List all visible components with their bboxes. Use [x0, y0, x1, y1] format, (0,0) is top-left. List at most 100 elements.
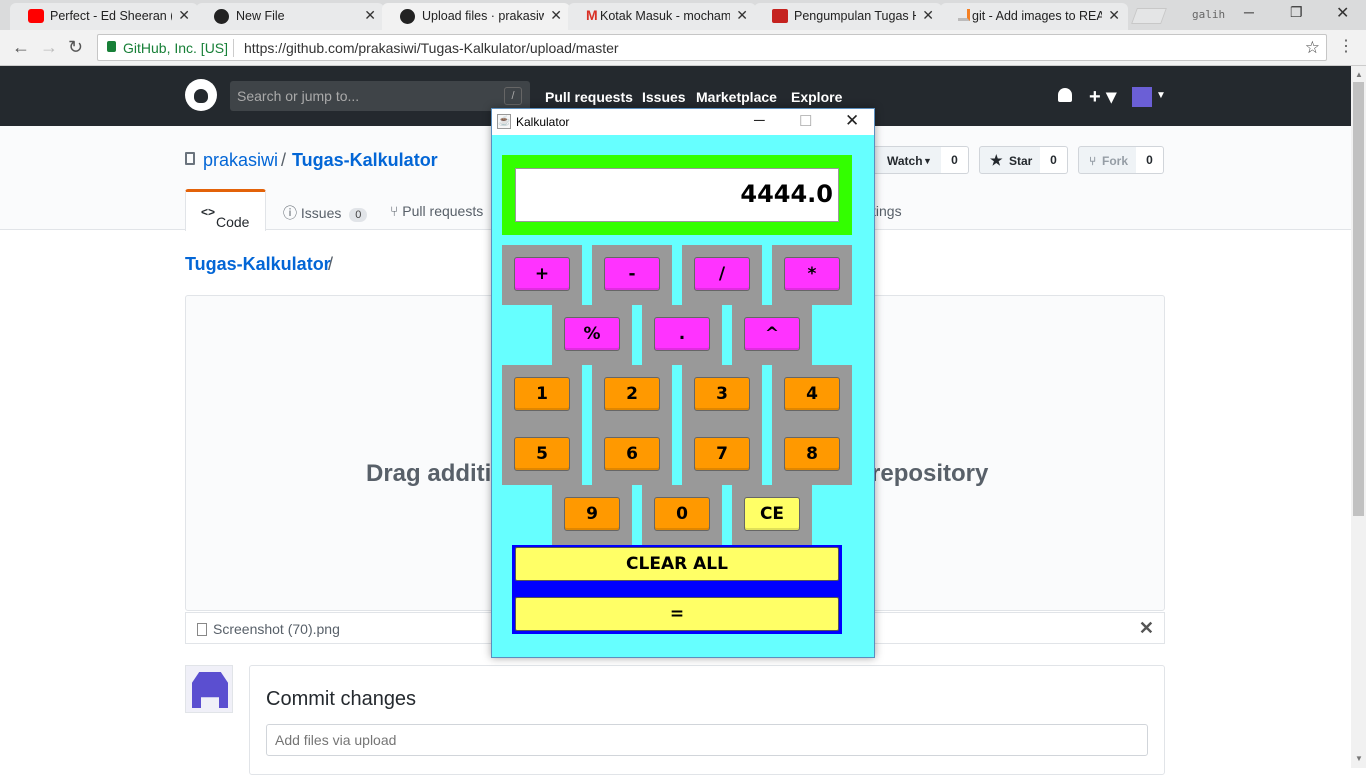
calculator-titlebar[interactable]: ☕ Kalkulator ─ ☐ ✕: [492, 109, 874, 135]
close-icon[interactable]: ✕: [550, 7, 562, 24]
minimize-icon[interactable]: ─: [1244, 4, 1254, 20]
close-window-icon[interactable]: ✕: [1336, 3, 1349, 23]
java-icon: ☕: [497, 114, 511, 129]
new-tab-button[interactable]: [1131, 8, 1167, 24]
fork-icon: ⑂: [1089, 154, 1097, 168]
tab-label: git - Add images to REA: [972, 9, 1102, 23]
reload-icon[interactable]: ↻: [68, 37, 83, 58]
back-icon[interactable]: ←: [12, 37, 30, 58]
digit-4-button[interactable]: 4: [784, 377, 840, 411]
digit-0-button[interactable]: 0: [654, 497, 710, 531]
digit-8-button[interactable]: 8: [784, 437, 840, 471]
nav-marketplace[interactable]: Marketplace: [696, 89, 777, 105]
tab-stackoverflow[interactable]: git - Add images to REA ✕: [940, 3, 1128, 30]
tab-upload-files[interactable]: Upload files · prakasiwi/ ✕: [382, 3, 570, 30]
nav-issues[interactable]: Issues: [642, 89, 686, 105]
bookmark-star-icon[interactable]: ☆: [1305, 38, 1320, 58]
tab-label: Perfect - Ed Sheeran (Ly: [50, 9, 172, 23]
modulo-button[interactable]: %: [564, 317, 620, 351]
commit-message-input[interactable]: [266, 724, 1148, 756]
digit-7-button[interactable]: 7: [694, 437, 750, 471]
close-icon[interactable]: ✕: [845, 111, 859, 131]
fork-label: Fork: [1102, 154, 1129, 168]
github-logo-icon[interactable]: [185, 79, 217, 111]
bell-icon[interactable]: [1058, 88, 1072, 102]
digit-6-button[interactable]: 6: [604, 437, 660, 471]
scroll-thumb[interactable]: [1353, 82, 1364, 516]
star-count[interactable]: 0: [1040, 146, 1068, 174]
github-search-input[interactable]: Search or jump to... /: [230, 81, 530, 111]
plus-icon[interactable]: + ▾: [1089, 84, 1116, 109]
repo-name-link[interactable]: Tugas-Kalkulator: [292, 150, 438, 171]
divide-button[interactable]: /: [694, 257, 750, 291]
calculator-display[interactable]: 4444.0: [515, 168, 839, 222]
url-text[interactable]: https://github.com/prakasiwi/Tugas-Kalku…: [244, 40, 619, 56]
watch-label: Watch: [887, 154, 923, 168]
digit-1-button[interactable]: 1: [514, 377, 570, 411]
display-frame: 4444.0: [502, 155, 852, 235]
calculator-title: Kalkulator: [516, 115, 570, 129]
watch-button[interactable]: Watch ▼: [870, 146, 942, 174]
digit-5-button[interactable]: 5: [514, 437, 570, 471]
minimize-icon[interactable]: ─: [754, 112, 765, 129]
tab-gmail[interactable]: M Kotak Masuk - mocham ✕: [568, 3, 756, 30]
page-scrollbar[interactable]: ▲ ▼: [1351, 66, 1366, 768]
forward-icon[interactable]: →: [40, 37, 58, 58]
browser-menu-icon[interactable]: ⋮: [1338, 36, 1354, 56]
tab-issues[interactable]: ⓘ Issues 0: [283, 203, 368, 223]
decimal-button[interactable]: .: [654, 317, 710, 351]
star-button[interactable]: ★ Star: [979, 146, 1041, 174]
close-icon[interactable]: ✕: [178, 7, 190, 24]
chevron-down-icon[interactable]: ▼: [1156, 90, 1166, 101]
digit-2-button[interactable]: 2: [604, 377, 660, 411]
tab-label: Pengumpulan Tugas Ha: [794, 9, 916, 23]
tab-new-file[interactable]: New File ✕: [196, 3, 384, 30]
equals-button[interactable]: =: [515, 597, 839, 631]
dropzone-text-right: repository: [871, 460, 989, 487]
clear-all-button[interactable]: CLEAR ALL: [515, 547, 839, 581]
maximize-icon[interactable]: ☐: [799, 112, 812, 130]
issue-icon: ⓘ: [283, 205, 297, 221]
fork-count[interactable]: 0: [1136, 146, 1164, 174]
watch-count[interactable]: 0: [941, 146, 969, 174]
nav-explore[interactable]: Explore: [791, 89, 842, 105]
clear-entry-button[interactable]: CE: [744, 497, 800, 531]
power-button[interactable]: ^: [744, 317, 800, 351]
file-name: Screenshot (70).png: [213, 621, 340, 637]
fork-button[interactable]: ⑂ Fork: [1078, 146, 1137, 174]
repo-icon: [185, 152, 195, 165]
remove-file-icon[interactable]: ✕: [1139, 618, 1154, 639]
scroll-down-icon[interactable]: ▼: [1355, 754, 1363, 763]
tab-youtube[interactable]: Perfect - Ed Sheeran (Ly ✕: [10, 3, 198, 30]
tab-code[interactable]: <> Code: [185, 189, 266, 231]
bottom-button-panel: CLEAR ALL =: [512, 545, 842, 634]
profile-name[interactable]: galih: [1192, 8, 1225, 21]
close-icon[interactable]: ✕: [1108, 7, 1120, 24]
youtube-icon: [28, 9, 44, 23]
breadcrumb-separator: /: [328, 254, 334, 274]
restore-icon[interactable]: ❐: [1290, 4, 1303, 21]
address-bar[interactable]: GitHub, Inc. [US] https://github.com/pra…: [97, 34, 1327, 61]
nav-pull-requests[interactable]: Pull requests: [545, 89, 633, 105]
digit-3-button[interactable]: 3: [694, 377, 750, 411]
minus-button[interactable]: -: [604, 257, 660, 291]
classroom-icon: [772, 9, 788, 23]
plus-button[interactable]: +: [514, 257, 570, 291]
close-icon[interactable]: ✕: [736, 7, 748, 24]
breadcrumb[interactable]: Tugas-Kalkulator: [185, 254, 331, 275]
tab-pull-requests[interactable]: ⑂ Pull requests: [390, 203, 483, 219]
tab-classroom[interactable]: Pengumpulan Tugas Ha ✕: [754, 3, 942, 30]
digit-9-button[interactable]: 9: [564, 497, 620, 531]
github-icon: [214, 9, 229, 24]
security-label: GitHub, Inc. [US]: [123, 40, 229, 56]
close-icon[interactable]: ✕: [922, 7, 934, 24]
dropzone-text-left: Drag additio: [366, 460, 507, 487]
tab-pull-requests-label: Pull requests: [402, 203, 484, 219]
avatar[interactable]: [1132, 87, 1152, 107]
search-shortcut-key: /: [504, 87, 522, 105]
tab-settings[interactable]: tings: [872, 203, 902, 219]
close-icon[interactable]: ✕: [364, 7, 376, 24]
scroll-up-icon[interactable]: ▲: [1355, 70, 1363, 79]
repo-owner-link[interactable]: prakasiwi: [203, 150, 278, 171]
multiply-button[interactable]: *: [784, 257, 840, 291]
